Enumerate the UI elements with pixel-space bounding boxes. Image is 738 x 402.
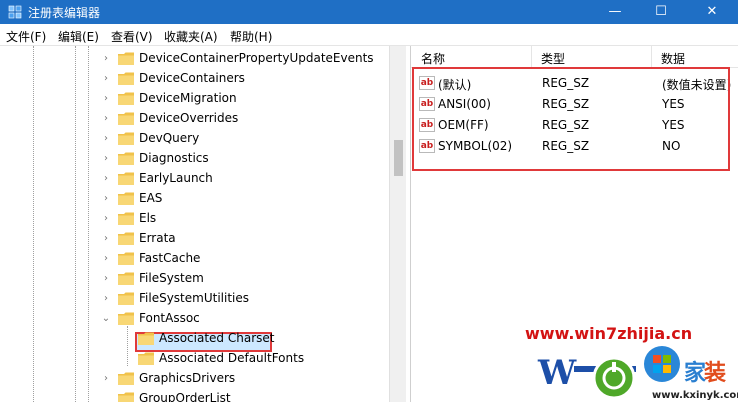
- tree-item-label: DeviceMigration: [139, 91, 237, 105]
- tree-item[interactable]: ⌄ FontAssoc: [0, 309, 388, 329]
- maximize-button[interactable]: ☐: [638, 0, 684, 24]
- svg-text:W: W: [537, 353, 577, 393]
- menu-edit[interactable]: 编辑(E): [58, 28, 99, 45]
- tree-scrollbar[interactable]: [389, 46, 406, 402]
- tree-item[interactable]: GroupOrderList: [0, 389, 388, 402]
- folder-icon: [118, 72, 134, 85]
- column-name[interactable]: 名称: [421, 50, 445, 67]
- folder-icon: [118, 252, 134, 265]
- expand-arrow-icon[interactable]: ›: [101, 152, 111, 166]
- expand-arrow-icon[interactable]: ›: [101, 252, 111, 266]
- column-divider[interactable]: [531, 46, 532, 68]
- folder-icon: [138, 352, 154, 365]
- window-title: 注册表编辑器: [28, 6, 101, 20]
- tree-item-label: EarlyLaunch: [139, 171, 213, 185]
- tree-item[interactable]: › GraphicsDrivers: [0, 369, 388, 389]
- tree-item[interactable]: Associated DefaultFonts: [0, 349, 388, 369]
- expand-arrow-icon[interactable]: ›: [101, 132, 111, 146]
- tree-item[interactable]: › DeviceMigration: [0, 89, 388, 109]
- menu-help[interactable]: 帮助(H): [230, 28, 272, 45]
- menu-file[interactable]: 文件(F): [6, 28, 46, 45]
- expand-arrow-icon[interactable]: ›: [101, 72, 111, 86]
- tree-item[interactable]: › DeviceContainerPropertyUpdateEvents: [0, 49, 388, 69]
- tree-item-label: DeviceContainers: [139, 71, 245, 85]
- folder-icon: [118, 52, 134, 65]
- tree-item-label: GraphicsDrivers: [139, 371, 236, 385]
- close-button[interactable]: ✕: [686, 0, 738, 24]
- expand-arrow-icon[interactable]: ›: [101, 112, 111, 126]
- folder-icon: [118, 92, 134, 105]
- tree-item-label: Associated Charset: [159, 331, 275, 345]
- tree-item-label: GroupOrderList: [139, 391, 231, 402]
- tree-item[interactable]: Associated Charset: [0, 329, 388, 349]
- column-header: 名称 类型 数据: [411, 46, 738, 68]
- folder-icon: [118, 172, 134, 185]
- folder-icon: [118, 392, 134, 402]
- tree-item[interactable]: › FastCache: [0, 249, 388, 269]
- expand-arrow-icon[interactable]: ›: [101, 232, 111, 246]
- tree-item-label: FontAssoc: [139, 311, 200, 325]
- folder-icon: [118, 232, 134, 245]
- expand-arrow-icon[interactable]: ›: [101, 212, 111, 226]
- tree-item[interactable]: › FileSystem: [0, 269, 388, 289]
- menu-bar: 文件(F) 编辑(E) 查看(V) 收藏夹(A) 帮助(H): [0, 24, 738, 46]
- folder-icon: [118, 372, 134, 385]
- expand-arrow-icon[interactable]: ›: [101, 272, 111, 286]
- collapse-arrow-icon[interactable]: ⌄: [101, 312, 111, 326]
- tree-item-label: Diagnostics: [139, 151, 209, 165]
- folder-icon: [118, 192, 134, 205]
- values-highlight-box: [412, 67, 730, 171]
- column-divider[interactable]: [651, 46, 652, 68]
- folder-icon: [118, 272, 134, 285]
- folder-icon: [138, 332, 154, 345]
- expand-arrow-icon[interactable]: ›: [101, 52, 111, 66]
- tree-item-label: Els: [139, 211, 157, 225]
- title-bar: 注册表编辑器 — ☐ ✕: [0, 0, 738, 24]
- expand-arrow-icon[interactable]: ›: [101, 92, 111, 106]
- tree-item-label: FileSystem: [139, 271, 204, 285]
- scrollbar-thumb[interactable]: [394, 140, 403, 176]
- folder-icon: [118, 312, 134, 325]
- registry-editor-icon: [8, 5, 22, 19]
- watermark-site: www.kxinyk.com: [652, 390, 738, 401]
- folder-icon: [118, 132, 134, 145]
- tree-item-label: FileSystemUtilities: [139, 291, 249, 305]
- tree-item[interactable]: › FileSystemUtilities: [0, 289, 388, 309]
- tree-item-label: DeviceContainerPropertyUpdateEvents: [139, 51, 374, 65]
- folder-icon: [118, 212, 134, 225]
- tree-item[interactable]: › Errata: [0, 229, 388, 249]
- tree-item[interactable]: › Els: [0, 209, 388, 229]
- minimize-button[interactable]: —: [592, 0, 638, 24]
- tree-item[interactable]: › DeviceContainers: [0, 69, 388, 89]
- tree-item[interactable]: › EarlyLaunch: [0, 169, 388, 189]
- tree-item-label: FastCache: [139, 251, 201, 265]
- expand-arrow-icon[interactable]: ›: [101, 372, 111, 386]
- tree-item-label: DevQuery: [139, 131, 200, 145]
- tree-item-label: Errata: [139, 231, 176, 245]
- svg-text:装: 装: [704, 361, 726, 386]
- expand-arrow-icon[interactable]: ›: [101, 172, 111, 186]
- folder-icon: [118, 292, 134, 305]
- menu-favorites[interactable]: 收藏夹(A): [164, 28, 218, 45]
- tree-item[interactable]: › EAS: [0, 189, 388, 209]
- folder-icon: [118, 112, 134, 125]
- tree-item-label: DeviceOverrides: [139, 111, 239, 125]
- expand-arrow-icon[interactable]: ›: [101, 192, 111, 206]
- menu-view[interactable]: 查看(V): [111, 28, 153, 45]
- column-data[interactable]: 数据: [661, 50, 685, 67]
- tree-item-label: Associated DefaultFonts: [159, 351, 305, 365]
- expand-arrow-icon[interactable]: ›: [101, 292, 111, 306]
- folder-icon: [118, 152, 134, 165]
- tree-item[interactable]: › DeviceOverrides: [0, 109, 388, 129]
- tree-item-label: EAS: [139, 191, 163, 205]
- tree-item[interactable]: › DevQuery: [0, 129, 388, 149]
- tree-item[interactable]: › Diagnostics: [0, 149, 388, 169]
- expand-arrow-icon[interactable]: [101, 392, 111, 402]
- column-type[interactable]: 类型: [541, 50, 565, 67]
